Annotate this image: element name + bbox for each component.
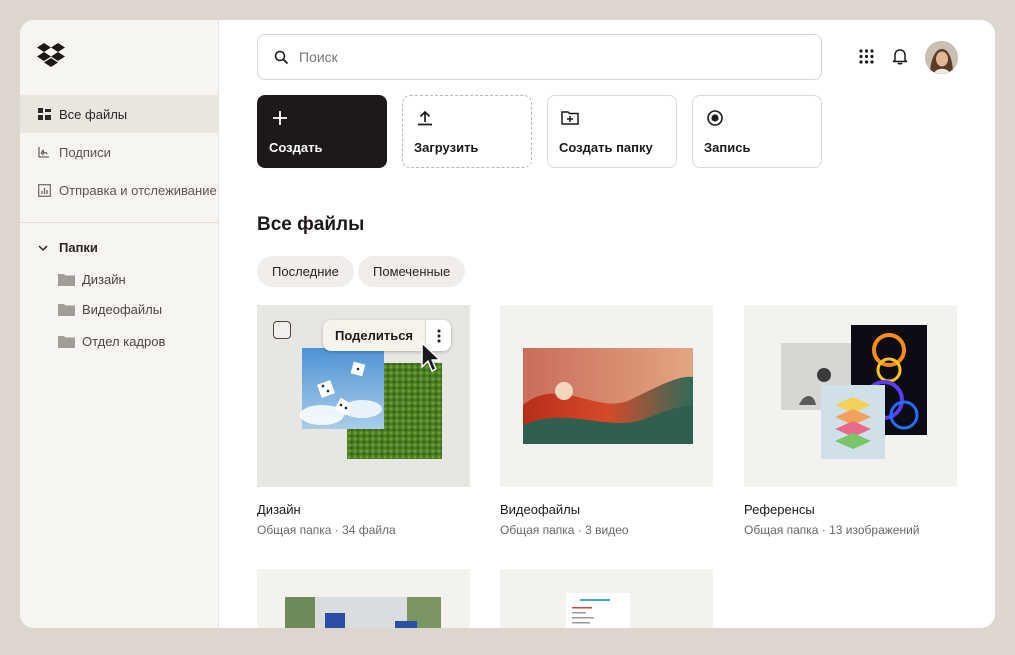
create-label: Создать <box>269 140 323 155</box>
folder-icon <box>58 304 75 316</box>
record-button[interactable]: Запись <box>692 95 822 168</box>
folder-card-thumbnail[interactable] <box>257 569 470 628</box>
upload-icon <box>418 110 432 126</box>
search-input[interactable] <box>299 49 779 65</box>
new-folder-button[interactable]: Создать папку <box>547 95 677 168</box>
sidebar-item-label: Подписи <box>59 144 111 160</box>
card-title[interactable]: Дизайн <box>257 502 301 517</box>
page-title: Все файлы <box>257 214 365 235</box>
references-thumbnail-image <box>781 325 927 459</box>
record-label: Запись <box>704 140 751 155</box>
dropbox-logo[interactable] <box>36 42 66 70</box>
building-thumbnail-image <box>285 597 441 628</box>
share-button[interactable]: Поделиться <box>323 320 425 351</box>
record-icon <box>707 110 723 126</box>
plus-icon <box>273 111 287 125</box>
chevron-down-icon <box>38 244 48 251</box>
file-card-thumbnail[interactable] <box>500 569 713 628</box>
folder-label: Видеофайлы <box>82 302 163 317</box>
video-thumbnail-image <box>523 348 693 444</box>
sidebar-item-signatures[interactable]: Подписи <box>20 133 218 171</box>
sidebar-divider <box>20 222 218 223</box>
card-title[interactable]: Видеофайлы <box>500 502 580 517</box>
mouse-cursor-icon <box>421 342 441 372</box>
search-icon <box>274 50 289 64</box>
upload-label: Загрузить <box>414 140 479 155</box>
all-files-icon <box>37 107 51 121</box>
document-thumbnail-image <box>566 593 630 628</box>
folder-card-video-thumbnail[interactable] <box>500 305 713 487</box>
sidebar-folder-hr[interactable]: Отдел кадров <box>58 334 165 349</box>
new-folder-label: Создать папку <box>559 140 653 155</box>
filter-chip-starred[interactable]: Помеченные <box>358 256 466 287</box>
signature-icon <box>37 145 51 159</box>
folder-icon <box>58 274 75 286</box>
folders-section-toggle[interactable]: Папки <box>37 240 98 255</box>
folder-plus-icon <box>561 111 579 125</box>
select-checkbox[interactable] <box>273 321 291 339</box>
card-meta: Общая папка · 34 файла <box>257 523 396 537</box>
sidebar-folder-video[interactable]: Видеофайлы <box>58 302 162 317</box>
app-window: Все файлы Подписи Отправка и отслеживани… <box>20 20 995 628</box>
sidebar-item-all-files[interactable]: Все файлы <box>20 95 218 133</box>
sidebar-item-label: Все файлы <box>59 106 128 122</box>
chart-icon <box>37 183 51 197</box>
folders-label: Папки <box>59 240 98 255</box>
apps-grid-icon[interactable] <box>857 47 875 65</box>
card-title[interactable]: Референсы <box>744 502 815 517</box>
create-button[interactable]: Создать <box>257 95 387 168</box>
folder-icon <box>58 336 75 348</box>
sidebar-item-send-track[interactable]: Отправка и отслеживание <box>20 171 218 209</box>
search-bar[interactable] <box>257 34 822 80</box>
sidebar-folder-design[interactable]: Дизайн <box>58 272 126 287</box>
sidebar-item-label: Отправка и отслеживание <box>59 182 217 198</box>
folder-label: Дизайн <box>82 272 126 287</box>
sidebar: Все файлы Подписи Отправка и отслеживани… <box>20 20 219 628</box>
folder-card-references-thumbnail[interactable] <box>744 305 957 487</box>
card-meta: Общая папка · 3 видео <box>500 523 629 537</box>
folder-label: Отдел кадров <box>82 334 166 349</box>
bell-icon[interactable] <box>891 47 909 65</box>
upload-button[interactable]: Загрузить <box>402 95 532 168</box>
user-avatar[interactable] <box>925 41 958 74</box>
filter-chip-recent[interactable]: Последние <box>257 256 354 287</box>
card-meta: Общая папка · 13 изображений <box>744 523 920 537</box>
